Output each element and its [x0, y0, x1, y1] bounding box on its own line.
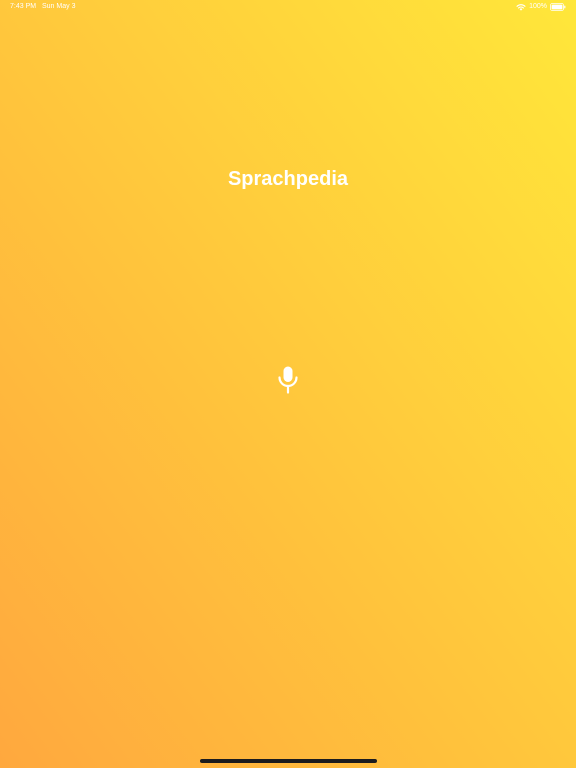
app-title: Sprachpedia [227, 168, 349, 190]
home-indicator[interactable] [200, 759, 377, 763]
microphone-button[interactable] [272, 366, 304, 398]
battery-icon [550, 3, 566, 11]
status-date: Sun May 3 [42, 3, 76, 10]
battery-percentage: 100% [529, 3, 547, 10]
microphone-icon [277, 366, 299, 399]
app-screen: 7:43 PM Sun May 3 100% Sprachpedia [0, 0, 576, 768]
status-time: 7:43 PM [10, 3, 37, 10]
status-bar: 7:43 PM Sun May 3 100% [0, 0, 576, 14]
status-indicators: 100% [516, 0, 566, 14]
wifi-icon [516, 3, 526, 11]
